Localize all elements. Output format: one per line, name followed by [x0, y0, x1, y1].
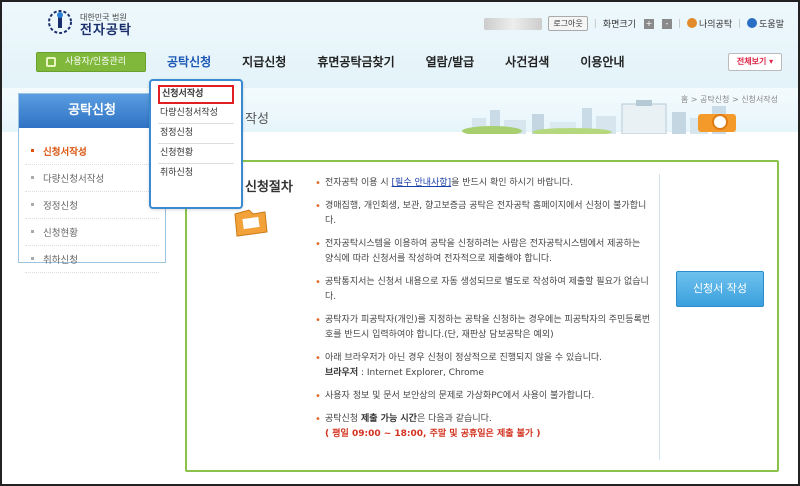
notice-item: 공탁자가 피공탁자(개인)를 지정하는 공탁을 신청하는 경우에는 피공탁자의 …	[315, 313, 651, 343]
lnb-item-bulk-application[interactable]: 다량신청서작성	[25, 165, 159, 192]
lnb-item-withdraw[interactable]: 취하신청	[25, 246, 159, 273]
zoom-in-button[interactable]: +	[643, 18, 654, 29]
submenu-item-write-application[interactable]: 신청서작성	[158, 85, 234, 104]
utility-bar: 로그아웃 | 화면크기 + - | 나의공탁 | 도움말	[484, 16, 784, 31]
write-application-button[interactable]: 신청서 작성	[676, 271, 764, 307]
notice-item: 전자공탁 이용 시 [필수 안내사항]을 반드시 확인 하시기 바랍니다.	[315, 176, 651, 191]
menu-deposit-apply[interactable]: 공탁신청	[167, 52, 211, 72]
submenu-item-bulk-application[interactable]: 다량신청서작성	[158, 104, 234, 124]
lnb-item-status[interactable]: 신청현황	[25, 219, 159, 246]
procedure-title: 신청절차	[245, 180, 293, 195]
logo-title: 전자공탁	[80, 23, 132, 38]
submenu-item-withdraw[interactable]: 취하신청	[158, 164, 234, 183]
header: 대한민국 법원 전자공탁 로그아웃 | 화면크기 + - | 나의공탁 | 도움…	[2, 2, 798, 88]
global-nav: 사용자/인증관리 공탁신청 지급신청 휴면공탁금찾기 열람/발급 사건검색 이용…	[2, 50, 798, 78]
notice-list: 전자공탁 이용 시 [필수 안내사항]을 반드시 확인 하시기 바랍니다. 경매…	[315, 176, 651, 450]
divider	[659, 174, 660, 460]
notice-item: 사용자 정보 및 문서 보안상의 문제로 가상화PC에서 사용이 불가합니다.	[315, 389, 651, 404]
all-view-button[interactable]: 전체보기 ▾	[728, 53, 782, 71]
menu-dormant-deposit[interactable]: 휴면공탁금찾기	[317, 52, 394, 72]
menu-case-search[interactable]: 사건검색	[505, 52, 549, 72]
user-name-blurred	[484, 17, 543, 30]
help-link[interactable]: 도움말	[747, 17, 784, 30]
browser-label: 브라우저	[325, 368, 359, 378]
notice-item: 아래 브라우저가 아닌 경우 신청이 정상적으로 진행되지 않을 수 있습니다.…	[315, 351, 651, 381]
font-size-label: 화면크기	[602, 20, 636, 30]
menu-payment-apply[interactable]: 지급신청	[242, 52, 286, 72]
menu-guide[interactable]: 이용안내	[580, 52, 624, 72]
left-nav-title: 공탁신청	[19, 94, 165, 128]
menu-view-issue[interactable]: 열람/발급	[426, 52, 475, 72]
logout-button[interactable]: 로그아웃	[548, 16, 588, 31]
submenu-item-status[interactable]: 신청현황	[158, 144, 234, 164]
required-notice-link[interactable]: [필수 안내사항]	[392, 178, 452, 188]
notice-item: 공탁신청 제출 가능 시간은 다음과 같습니다. ( 평일 09:00 ~ 18…	[315, 412, 651, 442]
notice-item: 경매집행, 개인회생, 보관, 향고보증금 공탁은 전자공탁 홈페이지에서 신청…	[315, 199, 651, 229]
zoom-out-button[interactable]: -	[661, 18, 672, 29]
browser-value: : Internet Explorer, Chrome	[358, 368, 484, 378]
logo[interactable]: 대한민국 법원 전자공탁	[44, 8, 132, 40]
notice-item: 전자공탁시스템을 이용하여 공탁을 신청하려는 사람은 전자공탁시스템에서 제공…	[315, 237, 651, 267]
my-page-link[interactable]: 나의공탁	[686, 17, 732, 30]
submenu-dropdown: 신청서작성 다량신청서작성 정정신청 신청현황 취하신청	[149, 79, 243, 209]
submenu-item-correction[interactable]: 정정신청	[158, 124, 234, 144]
left-nav: 공탁신청 신청서작성 다량신청서작성 정정신청 신청현황 취하신청	[18, 93, 166, 273]
person-icon	[686, 18, 697, 28]
auth-management-button[interactable]: 사용자/인증관리	[36, 52, 146, 72]
lnb-item-write-application[interactable]: 신청서작성	[25, 138, 159, 165]
procedure-panel: 신청절차 전자공탁 이용 시 [필수 안내사항]을 반드시 확인 하시기 바랍니…	[185, 160, 779, 472]
lnb-item-correction[interactable]: 정정신청	[25, 192, 159, 219]
page-title: 작성	[245, 112, 269, 127]
court-emblem-icon	[44, 8, 76, 40]
browser-frame: 대한민국 법원 전자공탁 로그아웃 | 화면크기 + - | 나의공탁 | 도움…	[0, 0, 800, 486]
help-icon	[747, 18, 758, 28]
main-menu: 공탁신청 지급신청 휴면공탁금찾기 열람/발급 사건검색 이용안내	[167, 52, 656, 72]
folder-icon	[234, 209, 268, 237]
submission-hours: ( 평일 09:00 ~ 18:00, 주말 및 공휴일은 제출 불가 )	[325, 429, 541, 439]
city-skyline-illustration	[462, 100, 736, 134]
notice-item: 공탁통지서는 신청서 내용으로 자동 생성되므로 별도로 작성하여 제출할 필요…	[315, 275, 651, 305]
lock-icon	[46, 57, 56, 67]
